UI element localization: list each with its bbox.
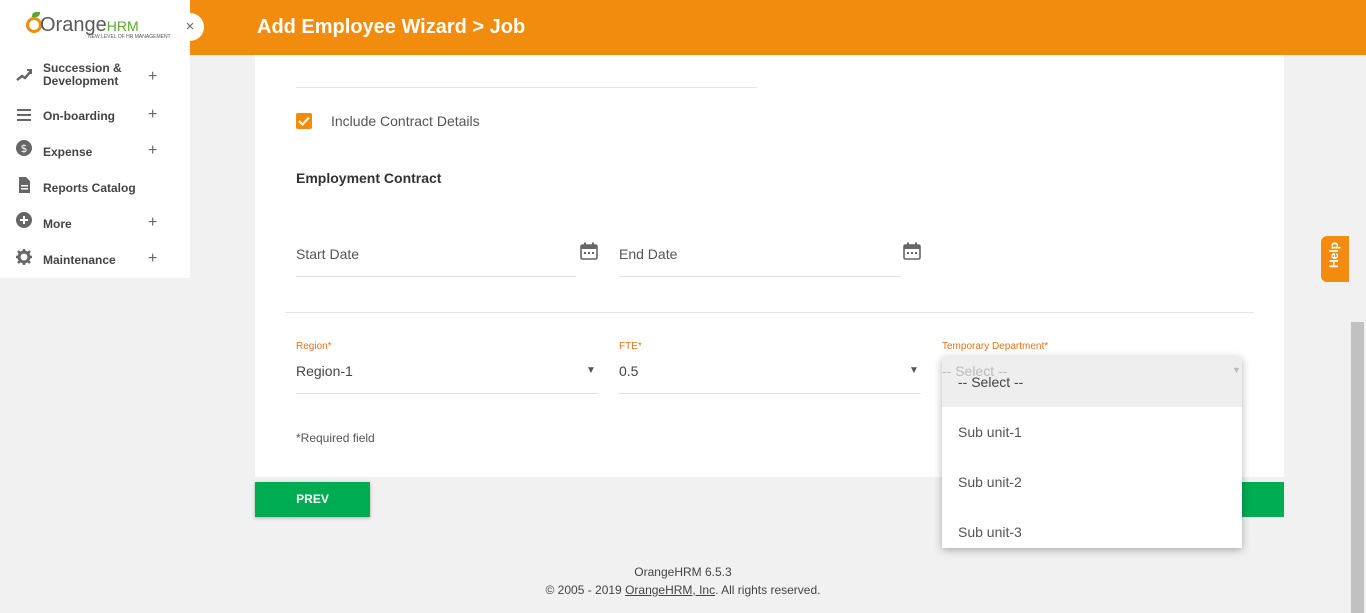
field-underline: [296, 87, 757, 88]
copyright-prefix: © 2005 - 2019: [545, 583, 626, 597]
dropdown-option[interactable]: Sub unit-2: [942, 457, 1242, 507]
logo-leaf-icon: [32, 12, 40, 17]
required-field-note: Required field: [300, 431, 375, 445]
sidebar-item-reports-catalog[interactable]: Reports Catalog: [0, 172, 190, 202]
logo-tagline: NEW LEVEL OF HR MANAGEMENT: [88, 34, 171, 40]
page-title: Add Employee Wizard > Job: [257, 16, 526, 38]
temporary-department-label: Temporary Department: [942, 341, 1045, 352]
succession-icon: [16, 69, 32, 81]
document-icon: [19, 177, 30, 193]
end-date-label: End Date: [619, 246, 678, 262]
sidebar-item-onboarding[interactable]: On-boarding +: [0, 100, 190, 130]
dollar-icon: $: [16, 140, 32, 156]
dropdown-option[interactable]: Sub unit-1: [942, 407, 1242, 457]
footer-copyright: © 2005 - 2019 OrangeHRM, Inc. All rights…: [0, 583, 1366, 597]
dropdown-arrow-icon: ▼: [586, 365, 596, 376]
prev-button[interactable]: PREV: [255, 482, 370, 517]
check-icon: [298, 116, 310, 126]
include-contract-checkbox[interactable]: [296, 113, 312, 129]
sidebar-item-expense[interactable]: $ Expense +: [0, 136, 190, 166]
expand-plus-icon[interactable]: +: [148, 214, 157, 232]
top-bar: Add Employee Wizard > Job: [0, 0, 1366, 55]
fte-value: 0.5: [619, 363, 639, 379]
sidebar-item-more[interactable]: More +: [0, 208, 190, 238]
sidebar-item-label: Maintenance: [43, 253, 116, 267]
gear-icon: [16, 249, 32, 265]
expand-plus-icon[interactable]: +: [148, 106, 157, 124]
region-label: Region: [296, 341, 328, 352]
sidebar-item-label: Succession & Development: [43, 61, 122, 88]
onboarding-icon: [17, 109, 31, 121]
sidebar-item-succession[interactable]: Succession & Development +: [0, 62, 190, 92]
close-sidebar-button[interactable]: ×: [176, 13, 204, 41]
include-contract-label: Include Contract Details: [331, 113, 480, 129]
start-date-field[interactable]: Start Date: [296, 230, 576, 277]
expand-plus-icon[interactable]: +: [148, 68, 157, 86]
employment-contract-heading: Employment Contract: [296, 170, 442, 186]
logo-hrm: HRM: [106, 18, 139, 34]
expand-plus-icon[interactable]: +: [148, 142, 157, 160]
start-date-label: Start Date: [296, 246, 360, 262]
expand-plus-icon[interactable]: +: [148, 250, 157, 268]
sidebar-item-label: On-boarding: [43, 109, 115, 123]
logo-text: Orange: [40, 14, 107, 36]
sidebar-item-label: Reports Catalog: [43, 181, 136, 195]
help-tab[interactable]: Help: [1321, 236, 1349, 282]
company-link[interactable]: OrangeHRM, Inc: [625, 583, 715, 597]
fte-select[interactable]: FTE* 0.5 ▼: [619, 341, 921, 394]
required-asterisk: *: [327, 341, 332, 352]
region-select[interactable]: Region* Region-1 ▼: [296, 341, 598, 394]
required-asterisk: *: [1044, 341, 1049, 352]
calendar-icon[interactable]: [902, 241, 922, 261]
select-placeholder-ghost: -- Select --: [942, 363, 1008, 379]
plus-circle-icon: [16, 212, 32, 228]
dropdown-option[interactable]: Sub unit-3: [942, 507, 1242, 548]
temporary-department-dropdown[interactable]: -- Select -- -- Select -- ▼ Sub unit-1 S…: [942, 357, 1242, 548]
dropdown-arrow-icon: ▼: [909, 365, 919, 376]
fte-label: FTE: [619, 341, 638, 352]
dropdown-arrow-icon: ▼: [1232, 365, 1241, 375]
copyright-suffix: . All rights reserved.: [715, 583, 821, 597]
sidebar: OrangeHRM NEW LEVEL OF HR MANAGEMENT Suc…: [0, 0, 190, 278]
section-divider: [285, 312, 1254, 313]
sidebar-item-label: More: [43, 217, 72, 231]
svg-text:$: $: [21, 142, 28, 155]
calendar-icon[interactable]: [579, 241, 599, 261]
region-value: Region-1: [296, 363, 353, 379]
footer-version: OrangeHRM 6.5.3: [634, 565, 732, 579]
sidebar-item-label: Expense: [43, 145, 93, 159]
orangehrm-logo[interactable]: OrangeHRM NEW LEVEL OF HR MANAGEMENT: [26, 12, 171, 42]
end-date-field[interactable]: End Date: [619, 230, 901, 277]
required-asterisk: *: [637, 341, 642, 352]
help-label: Help: [1327, 241, 1341, 268]
sidebar-item-maintenance[interactable]: Maintenance +: [0, 244, 190, 274]
